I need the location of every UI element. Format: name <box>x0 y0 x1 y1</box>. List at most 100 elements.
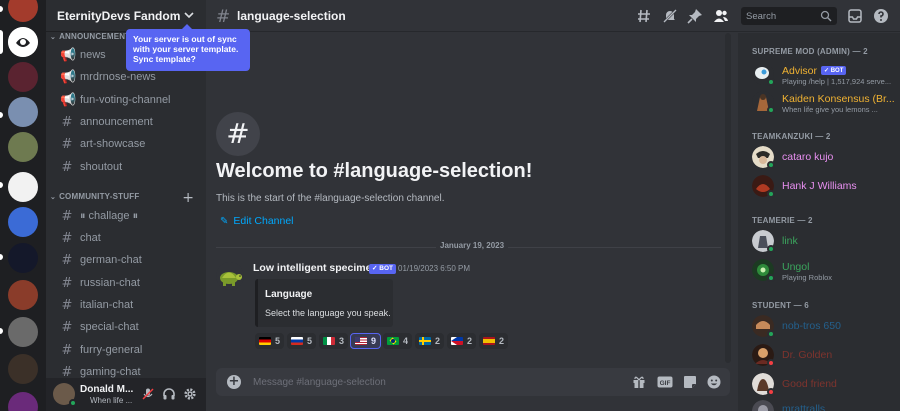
add-attachment-plus-icon[interactable]: + <box>227 375 241 389</box>
member-name: Dr. Golden <box>782 349 833 361</box>
role-heading: TEAMKANZUKI — 2 <box>752 132 831 141</box>
channel-russian-chat[interactable]: # russian-chat <box>54 273 202 293</box>
reaction-se[interactable]: 2 <box>415 333 445 349</box>
reaction-de[interactable]: 5 <box>255 333 285 349</box>
threads-icon[interactable] <box>637 8 653 24</box>
member-advisor[interactable]: Advisor ✓ BOT Playing /help | 1,517,924 s… <box>752 63 898 87</box>
server-icon[interactable] <box>8 243 38 273</box>
message-author[interactable]: Low intelligent specimen <box>253 262 378 274</box>
category-community-stuff[interactable]: ⌄ COMMUNITY-STUFF <box>50 192 139 201</box>
usa-flag-icon <box>355 337 367 345</box>
guild-name: EternityDevs Fandom <box>57 8 181 23</box>
member-mrattralls[interactable]: mrattralls <box>752 400 898 411</box>
reaction-br[interactable]: 4 <box>383 333 413 349</box>
chat-scrollbar[interactable] <box>725 33 731 363</box>
server-icon[interactable] <box>8 392 38 411</box>
member-kaiden-konsensus[interactable]: Kaiden Konsensus (Br... When life give y… <box>752 91 898 115</box>
server-icon[interactable] <box>8 354 38 384</box>
channel-label: furry-general <box>80 344 143 356</box>
message-input[interactable] <box>253 374 613 390</box>
reaction-count: 9 <box>371 336 377 346</box>
reaction-it[interactable]: 3 <box>319 333 349 349</box>
reaction-ru[interactable]: 5 <box>287 333 317 349</box>
bot-tag: ✓ BOT <box>369 264 396 274</box>
caret-icon: ⌄ <box>50 33 57 41</box>
channel-furry-general[interactable]: # furry-general <box>54 340 202 360</box>
member-name: link <box>782 235 798 247</box>
presence-dot <box>767 330 775 338</box>
unread-pill <box>0 254 3 260</box>
member-nob-tros-650[interactable]: nob-tros 650 <box>752 315 898 339</box>
channel-label: special-chat <box>80 321 139 333</box>
category-announcement[interactable]: ⌄ ANNOUNCEMENT <box>50 32 130 41</box>
member-list: SUPREME MOD (ADMIN) — 2 Advisor ✓ BOT Pla… <box>738 33 900 411</box>
search-box[interactable]: Search <box>741 7 837 25</box>
emoji-icon[interactable] <box>707 375 721 389</box>
turtle-avatar[interactable] <box>216 262 244 290</box>
notification-muted-icon[interactable] <box>662 8 678 24</box>
channel-challage[interactable]: # ⏸ challage ⏸ <box>54 206 202 226</box>
member-name: Good friend <box>782 378 837 390</box>
channel-fun-voting-channel[interactable]: 📢 fun-voting-channel <box>54 90 202 110</box>
member-hank-j-williams[interactable]: Hank J Williams <box>752 175 898 199</box>
channel-announcement[interactable]: # announcement <box>54 112 202 132</box>
member-dr-golden[interactable]: Dr. Golden <box>752 344 898 368</box>
avatar[interactable] <box>53 383 77 407</box>
edit-channel-link[interactable]: ✎ Edit Channel <box>220 215 294 227</box>
online-status-dot <box>69 399 77 407</box>
member-list-icon[interactable] <box>713 8 729 24</box>
channel-label: mrdrnose-news <box>80 71 156 83</box>
server-icon[interactable] <box>8 207 38 237</box>
reaction-count: 3 <box>339 336 345 346</box>
reaction-us[interactable]: 9 <box>350 333 382 349</box>
headphones-icon[interactable] <box>162 387 176 401</box>
channel-art-showcase[interactable]: # art-showcase <box>54 134 202 154</box>
server-icon[interactable] <box>8 62 38 92</box>
reaction-count: 5 <box>307 336 313 346</box>
channel-italian-chat[interactable]: # italian-chat <box>54 295 202 315</box>
channel-label: shoutout <box>80 161 123 173</box>
presence-dot <box>767 190 775 198</box>
help-icon[interactable] <box>873 8 889 24</box>
chevron-down-icon <box>184 12 194 19</box>
channel-chat[interactable]: # chat <box>54 228 202 248</box>
server-icon-active[interactable] <box>8 27 38 57</box>
eternity-logo-icon <box>8 27 38 57</box>
sticker-icon[interactable] <box>683 375 697 389</box>
reaction-es[interactable]: 2 <box>479 333 509 349</box>
gift-icon[interactable] <box>632 375 646 389</box>
create-channel-plus-icon[interactable]: + <box>182 191 194 205</box>
server-icon[interactable] <box>8 132 38 162</box>
server-icon[interactable] <box>8 0 38 22</box>
member-name: Kaiden Konsensus (Br... <box>782 93 895 105</box>
server-icon[interactable] <box>8 97 38 127</box>
reaction-count: 2 <box>467 336 473 346</box>
server-icon[interactable] <box>8 317 38 347</box>
inbox-icon[interactable] <box>847 8 863 24</box>
channel-label: chat <box>80 232 101 244</box>
unread-pill <box>0 112 3 118</box>
member-name: Hank J Williams <box>782 180 857 192</box>
server-icon[interactable] <box>8 172 38 202</box>
presence-dot <box>767 274 775 282</box>
channel-shoutout[interactable]: # shoutout <box>54 157 202 177</box>
channel-german-chat[interactable]: # german-chat <box>54 250 202 270</box>
server-icon[interactable] <box>8 280 38 310</box>
member-cataro-kujo[interactable]: cataro kujo <box>752 146 898 170</box>
brazil-flag-icon <box>387 337 399 345</box>
channel-title: language-selection <box>237 9 346 23</box>
gif-icon[interactable]: GIF <box>657 375 673 389</box>
member-good-friend[interactable]: Good friend <box>752 373 898 397</box>
reaction-count: 2 <box>499 336 505 346</box>
reaction-ph[interactable]: 2 <box>447 333 477 349</box>
template-sync-tooltip[interactable]: Your server is out of sync with your ser… <box>126 24 250 71</box>
member-ungol[interactable]: Ungol Playing Roblox <box>752 259 898 283</box>
member-link[interactable]: link <box>752 230 898 254</box>
hash-icon: # <box>61 342 73 358</box>
mute-mic-icon[interactable] <box>141 387 155 401</box>
hash-icon: # <box>61 208 73 224</box>
channel-label: russian-chat <box>80 277 140 289</box>
pin-icon[interactable] <box>687 8 703 24</box>
gear-icon[interactable] <box>183 387 197 401</box>
channel-special-chat[interactable]: # special-chat <box>54 317 202 337</box>
